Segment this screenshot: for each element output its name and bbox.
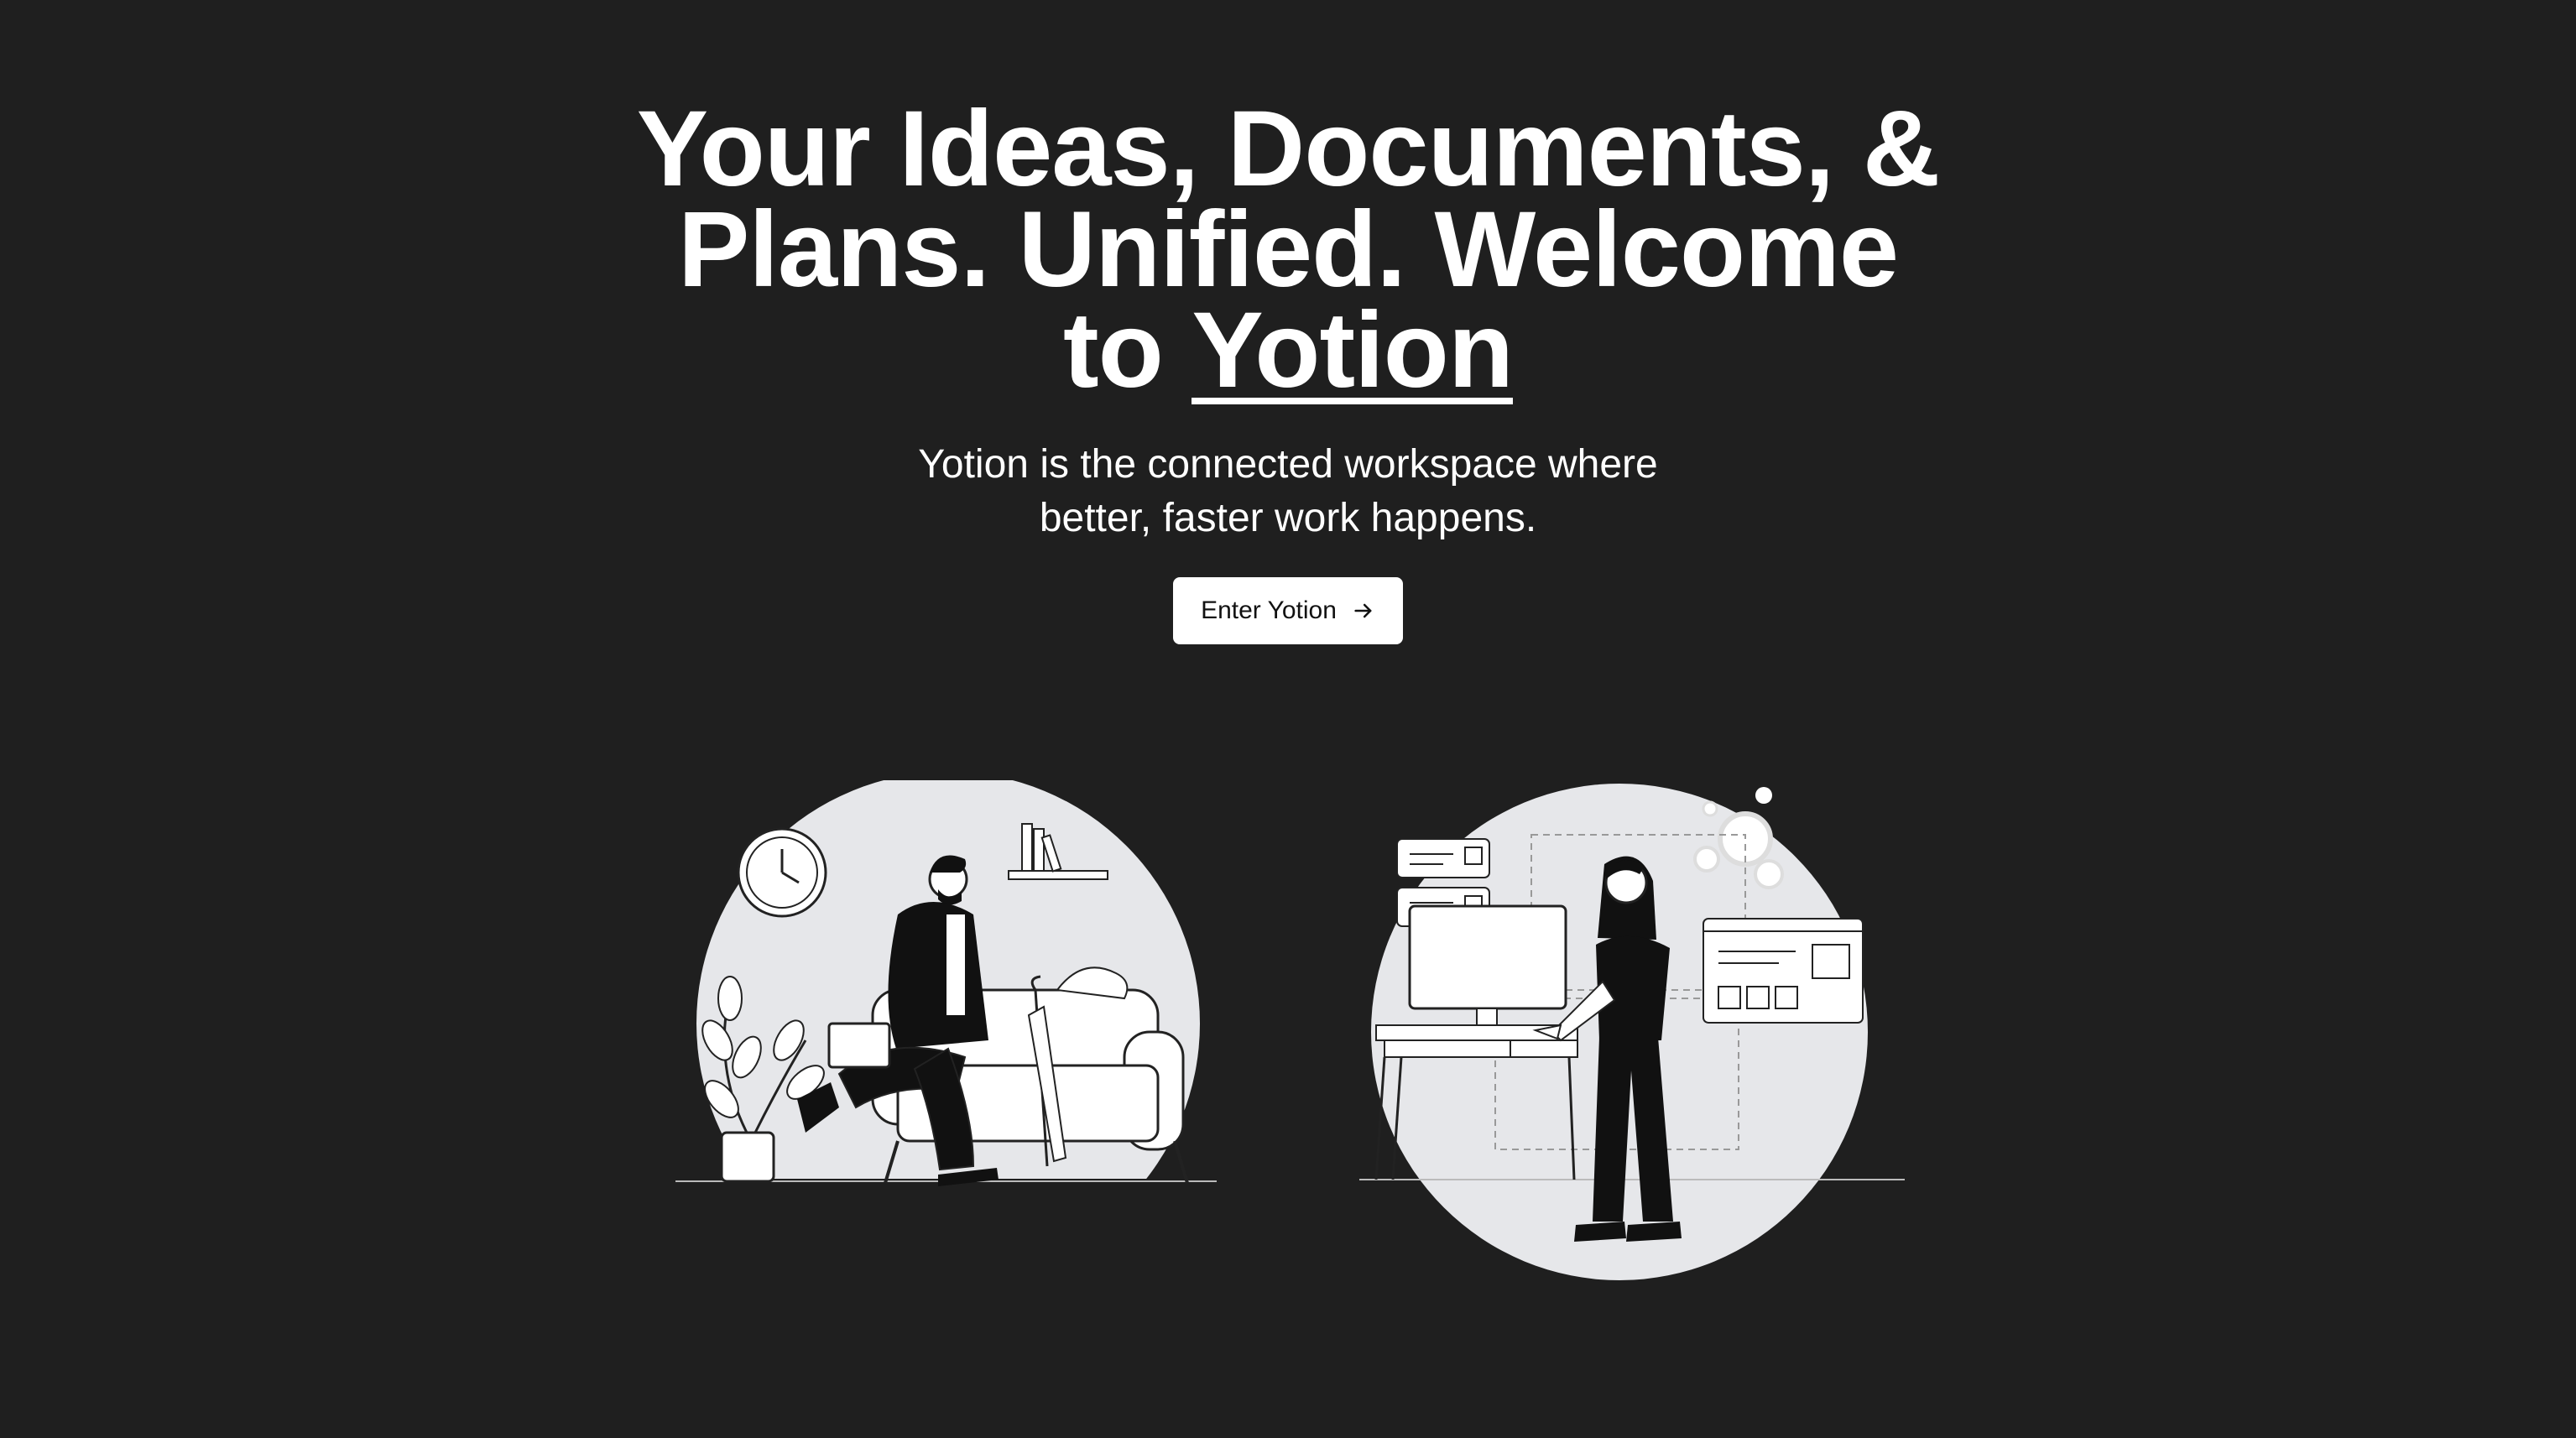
enter-yotion-button[interactable]: Enter Yotion [1173, 577, 1403, 644]
man-walking-illustration [671, 772, 1225, 1275]
enter-yotion-label: Enter Yotion [1201, 597, 1337, 624]
landing-page: Your Ideas, Documents, & Plans. Unified.… [0, 0, 2576, 1438]
headline-brand: Yotion [1192, 290, 1514, 410]
arrow-right-icon [1352, 599, 1375, 623]
subheading: Yotion is the connected workspace where … [918, 442, 1658, 540]
hero-section: Your Ideas, Documents, & Plans. Unified.… [0, 96, 2576, 644]
woman-desk-illustration [1351, 780, 1913, 1284]
clock-icon [737, 827, 827, 918]
page-title: Your Ideas, Documents, & Plans. Unified.… [617, 96, 1959, 410]
